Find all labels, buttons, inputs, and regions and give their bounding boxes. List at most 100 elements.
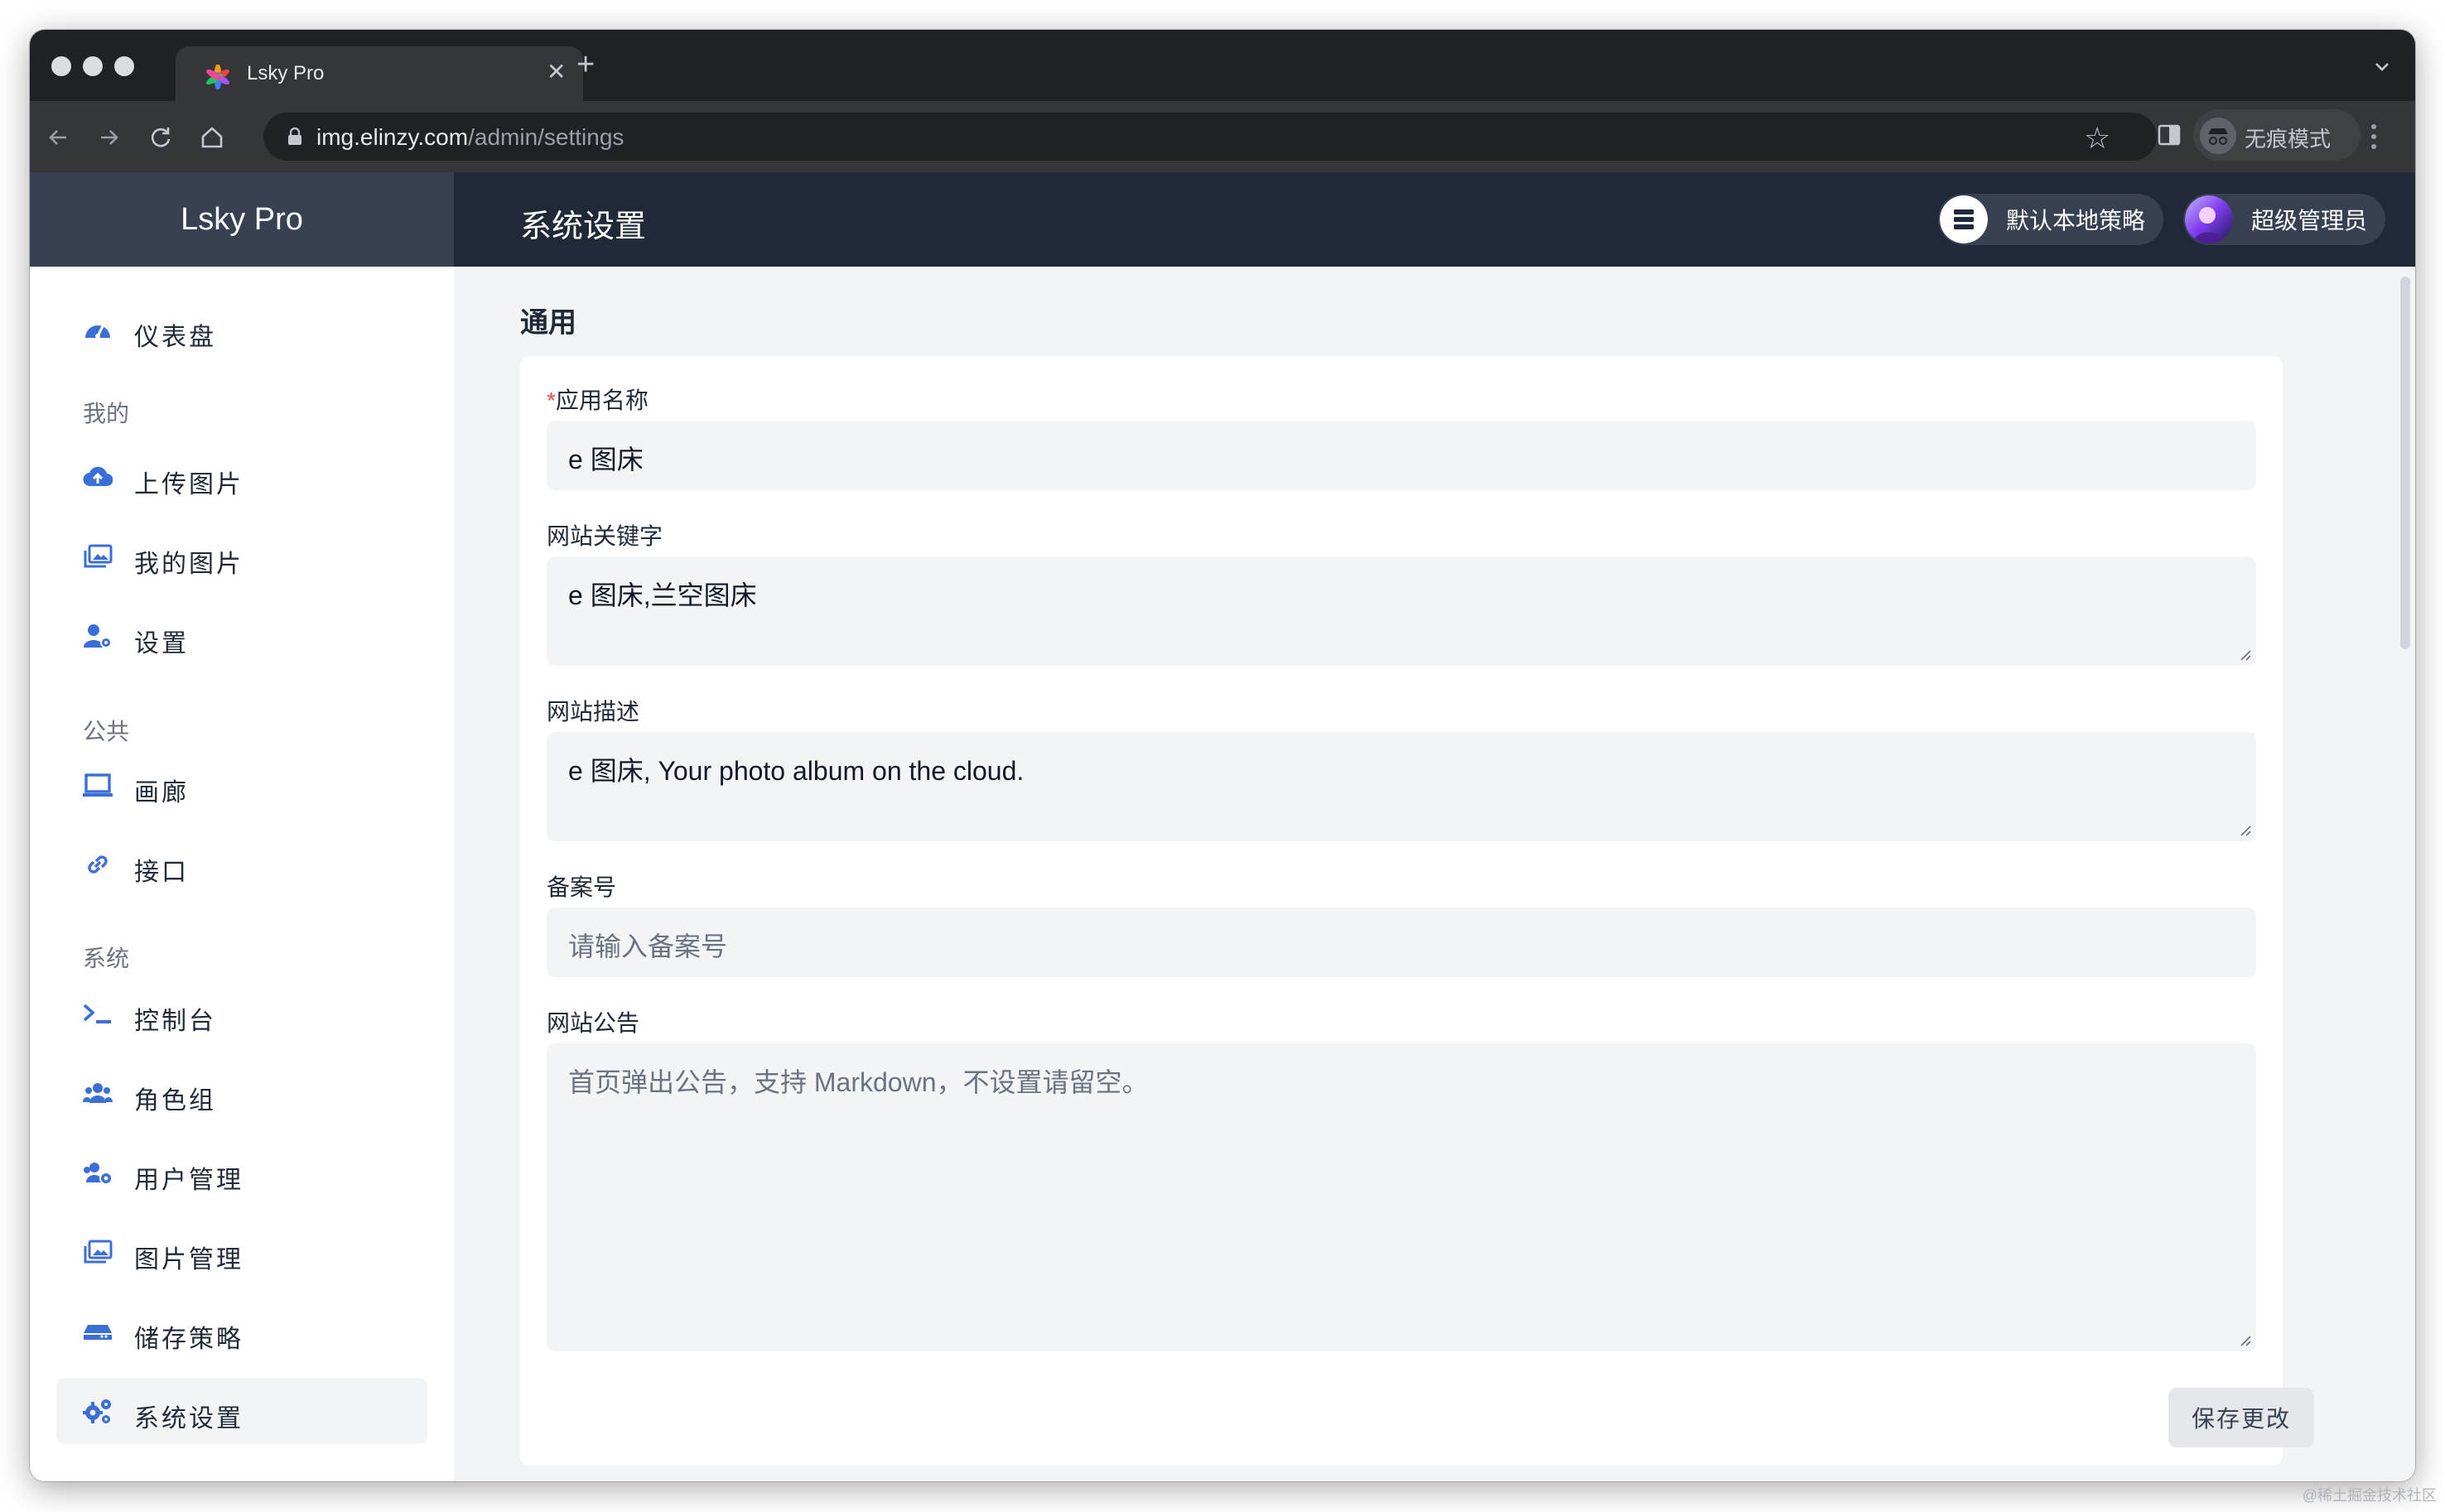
user-label: 超级管理员: [2251, 208, 2368, 234]
sidebar-item-my-images[interactable]: 我的图片: [56, 523, 427, 590]
sidebar: 仪表盘 我的 上传图片 我的图片 设置 公共 画廊 接口 系统 控制台 角色组 …: [30, 267, 454, 1481]
browser-tab[interactable]: Lsky Pro ✕: [176, 46, 583, 101]
top-bar: 系统设置 默认本地策略 超级管理员: [454, 172, 2415, 267]
incognito-label: 无痕模式: [2245, 127, 2332, 152]
keywords-textarea[interactable]: e 图床,兰空图床: [547, 556, 2256, 666]
tab-strip: Lsky Pro ✕ +: [30, 30, 2415, 101]
user-menu[interactable]: 超级管理员: [2183, 194, 2386, 245]
icp-placeholder: 请输入备案号: [568, 932, 728, 961]
browser-menu-icon[interactable]: [2370, 123, 2377, 151]
users-icon: [83, 1083, 113, 1103]
cloud-upload-icon: [83, 466, 113, 487]
sidebar-item-roles[interactable]: 角色组: [56, 1060, 427, 1126]
incognito-badge[interactable]: 无痕模式: [2193, 109, 2361, 161]
zoom-window-dot[interactable]: [114, 56, 134, 76]
icp-label: 备案号: [547, 874, 617, 900]
users-cog-icon: [84, 1163, 113, 1185]
gauge-icon: [85, 325, 110, 339]
images-icon: [84, 544, 113, 568]
sidebar-item-api[interactable]: 接口: [56, 831, 427, 898]
bookmark-star-icon[interactable]: ☆: [2084, 121, 2110, 156]
description-value: e 图床, Your photo album on the cloud.: [568, 756, 1025, 786]
sidebar-item-label: 用户管理: [134, 1167, 244, 1194]
section-title: 通用: [520, 307, 576, 339]
url-path: /admin/settings: [468, 124, 625, 150]
required-mark: *: [547, 388, 556, 413]
sidebar-item-label: 画廊: [134, 779, 189, 807]
description-textarea[interactable]: e 图床, Your photo album on the cloud.: [547, 732, 2256, 841]
tab-title: Lsky Pro: [247, 62, 325, 84]
watermark: @稀土掘金技术社区: [2302, 1487, 2437, 1504]
app-brand[interactable]: Lsky Pro: [30, 172, 454, 267]
home-icon[interactable]: [195, 121, 229, 154]
resize-handle-icon[interactable]: [2238, 1333, 2251, 1346]
sidebar-item-gallery[interactable]: 画廊: [56, 752, 427, 818]
tab-close-icon[interactable]: ✕: [547, 58, 566, 85]
strategy-label: 默认本地策略: [2006, 208, 2146, 234]
laptop-icon: [83, 773, 113, 797]
back-arrow-icon[interactable]: [41, 121, 75, 154]
sidebar-item-label: 仪表盘: [134, 324, 216, 351]
sidebar-item-settings[interactable]: 设置: [56, 603, 427, 669]
sidebar-item-system-settings[interactable]: 系统设置: [56, 1378, 427, 1444]
sidebar-section-mine: 我的: [83, 401, 130, 426]
lsky-favicon-icon: [205, 65, 230, 89]
forward-arrow-icon[interactable]: [93, 121, 126, 154]
images-icon: [84, 1240, 113, 1264]
strategy-selector[interactable]: 默认本地策略: [1938, 194, 2164, 245]
terminal-icon: [83, 1004, 111, 1023]
app-name-input[interactable]: e 图床: [547, 421, 2256, 490]
sidebar-item-label: 控制台: [134, 1008, 216, 1035]
sidebar-item-console[interactable]: 控制台: [56, 980, 427, 1047]
sidebar-item-label: 图片管理: [134, 1246, 244, 1274]
app-name-label: *应用名称: [547, 383, 649, 416]
sidebar-item-label: 角色组: [134, 1087, 216, 1115]
resize-handle-icon[interactable]: [2238, 823, 2251, 836]
sidebar-item-label: 系统设置: [134, 1405, 244, 1433]
sidebar-item-label: 设置: [134, 630, 189, 657]
sidebar-item-users[interactable]: 用户管理: [56, 1139, 427, 1206]
sidebar-item-label: 上传图片: [134, 471, 244, 498]
icp-input[interactable]: 请输入备案号: [547, 908, 2256, 977]
minimize-window-dot[interactable]: [83, 56, 103, 76]
notice-label: 网站公告: [547, 1010, 640, 1036]
tab-search-chevron-icon[interactable]: [2372, 56, 2392, 76]
url-text[interactable]: img.elinzy.com/admin/settings: [316, 124, 624, 151]
sidebar-item-dashboard[interactable]: 仪表盘: [56, 296, 427, 363]
cogs-icon: [83, 1399, 111, 1423]
sidebar-item-upload[interactable]: 上传图片: [56, 444, 427, 510]
sidebar-section-system: 系统: [83, 946, 130, 971]
settings-card: *应用名称 e 图床 网站关键字 e 图床,兰空图床 网站描述 e 图床, Yo…: [520, 356, 2314, 1466]
description-label: 网站描述: [547, 699, 640, 725]
notice-placeholder: 首页弹出公告，支持 Markdown，不设置请留空。: [568, 1067, 1149, 1097]
incognito-icon: [2200, 118, 2236, 154]
sidebar-item-label: 储存策略: [134, 1326, 244, 1353]
app-name-value: e 图床: [568, 445, 644, 474]
keywords-value: e 图床,兰空图床: [568, 580, 757, 610]
lock-icon[interactable]: [287, 127, 303, 147]
sidebar-item-label: 我的图片: [134, 551, 244, 578]
user-cog-icon: [84, 624, 112, 648]
close-window-dot[interactable]: [51, 56, 71, 76]
sidebar-item-strategies[interactable]: 储存策略: [56, 1298, 427, 1365]
link-icon: [88, 855, 108, 874]
storage-server-icon: [1940, 195, 1988, 243]
side-panel-icon[interactable]: [2157, 123, 2182, 147]
notice-textarea[interactable]: 首页弹出公告，支持 Markdown，不设置请留空。: [547, 1043, 2256, 1351]
resize-handle-icon[interactable]: [2238, 648, 2251, 661]
app-root: Lsky Pro 系统设置 默认本地策略 超级管理员 仪表盘 我的 上传图片 我…: [30, 172, 2415, 1481]
main-content: 通用 *应用名称 e 图床 网站关键字 e 图床,兰空图床 网站描述 e 图床,…: [454, 267, 2415, 1481]
hard-drive-icon: [84, 1325, 112, 1340]
page-title: 系统设置: [520, 209, 647, 244]
new-tab-icon[interactable]: +: [576, 48, 595, 81]
sidebar-section-public: 公共: [83, 719, 130, 744]
sidebar-item-images[interactable]: 图片管理: [56, 1219, 427, 1285]
scrollbar-thumb[interactable]: [2400, 277, 2410, 649]
scrollbar[interactable]: [2395, 267, 2415, 1481]
sidebar-item-label: 接口: [134, 859, 189, 886]
reload-icon[interactable]: [144, 121, 177, 154]
keywords-label: 网站关键字: [547, 523, 663, 549]
address-bar[interactable]: img.elinzy.com/admin/settings ☆: [263, 113, 2157, 161]
save-button[interactable]: 保存更改: [2168, 1388, 2314, 1447]
browser-toolbar: img.elinzy.com/admin/settings ☆ 无痕模式: [30, 101, 2415, 172]
